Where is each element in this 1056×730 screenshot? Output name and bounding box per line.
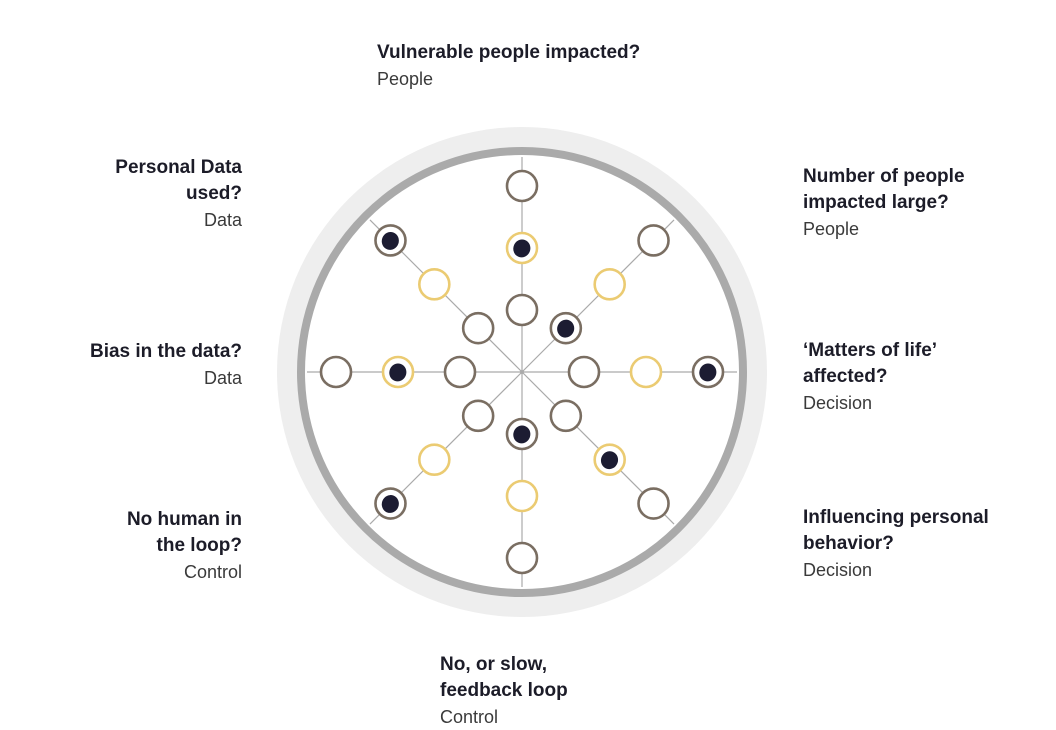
label-number-of-people: Number of people impacted large? People <box>803 164 965 242</box>
category-vulnerable-people: People <box>377 69 434 89</box>
marker-number-of-people-level-2 <box>593 268 626 301</box>
marker-vulnerable-people-level-1 <box>505 293 539 327</box>
marker-bias-in-data-level-3 <box>319 355 353 389</box>
marker-personal-data-level-2 <box>418 268 451 301</box>
label-feedback-loop: No, or slow, feedback loop Control <box>440 652 568 730</box>
question-human-in-loop-line2: the loop? <box>156 535 242 556</box>
marker-human-in-loop-level-2 <box>418 443 451 476</box>
category-personal-data: Data <box>203 210 242 230</box>
question-influencing-behavior-line2: behavior? <box>803 533 894 554</box>
marker-influencing-behavior-level-1 <box>549 399 583 433</box>
marker-vulnerable-people-level-3 <box>505 169 539 203</box>
question-human-in-loop-line1: No human in <box>126 509 242 530</box>
category-number-of-people: People <box>803 219 860 239</box>
marker-personal-data-level-1 <box>461 311 495 345</box>
marker-number-of-people-level-3 <box>637 224 670 257</box>
marker-matters-of-life-level-1 <box>567 355 601 389</box>
label-bias-in-data: Bias in the data? Data <box>90 339 242 391</box>
question-feedback-loop-line1: No, or slow, <box>440 654 547 675</box>
question-vulnerable-people: Vulnerable people impacted? <box>377 42 641 63</box>
question-matters-of-life-line1: ‘Matters of life’ <box>803 340 938 361</box>
question-feedback-loop-line2: feedback loop <box>440 680 568 701</box>
question-personal-data-line2: used? <box>186 183 242 204</box>
marker-influencing-behavior-level-3 <box>637 487 670 520</box>
label-personal-data: Personal Data used? Data <box>115 155 242 233</box>
question-personal-data-line1: Personal Data <box>115 157 242 178</box>
label-human-in-loop: No human in the loop? Control <box>127 507 242 585</box>
category-influencing-behavior: Decision <box>803 560 873 580</box>
marker-feedback-loop-level-3 <box>505 541 539 575</box>
question-number-of-people-line1: Number of people <box>803 166 965 187</box>
category-feedback-loop: Control <box>440 707 499 727</box>
question-matters-of-life-line2: affected? <box>803 366 888 387</box>
marker-feedback-loop-level-2 <box>505 479 539 513</box>
category-human-in-loop: Control <box>183 562 242 582</box>
label-influencing-behavior: Influencing personal behavior? Decision <box>803 505 989 583</box>
marker-matters-of-life-level-2 <box>629 355 663 389</box>
question-bias-in-data: Bias in the data? <box>89 341 242 362</box>
category-bias-in-data: Data <box>203 368 242 388</box>
label-matters-of-life: ‘Matters of life’ affected? Decision <box>803 338 937 416</box>
marker-human-in-loop-level-1 <box>461 399 495 433</box>
center-point <box>520 370 524 374</box>
question-influencing-behavior-line1: Influencing personal <box>803 507 989 528</box>
category-matters-of-life: Decision <box>803 393 873 413</box>
marker-bias-in-data-level-1 <box>443 355 477 389</box>
question-number-of-people-line2: impacted large? <box>803 192 949 213</box>
label-vulnerable-people: Vulnerable people impacted? People <box>377 40 640 92</box>
